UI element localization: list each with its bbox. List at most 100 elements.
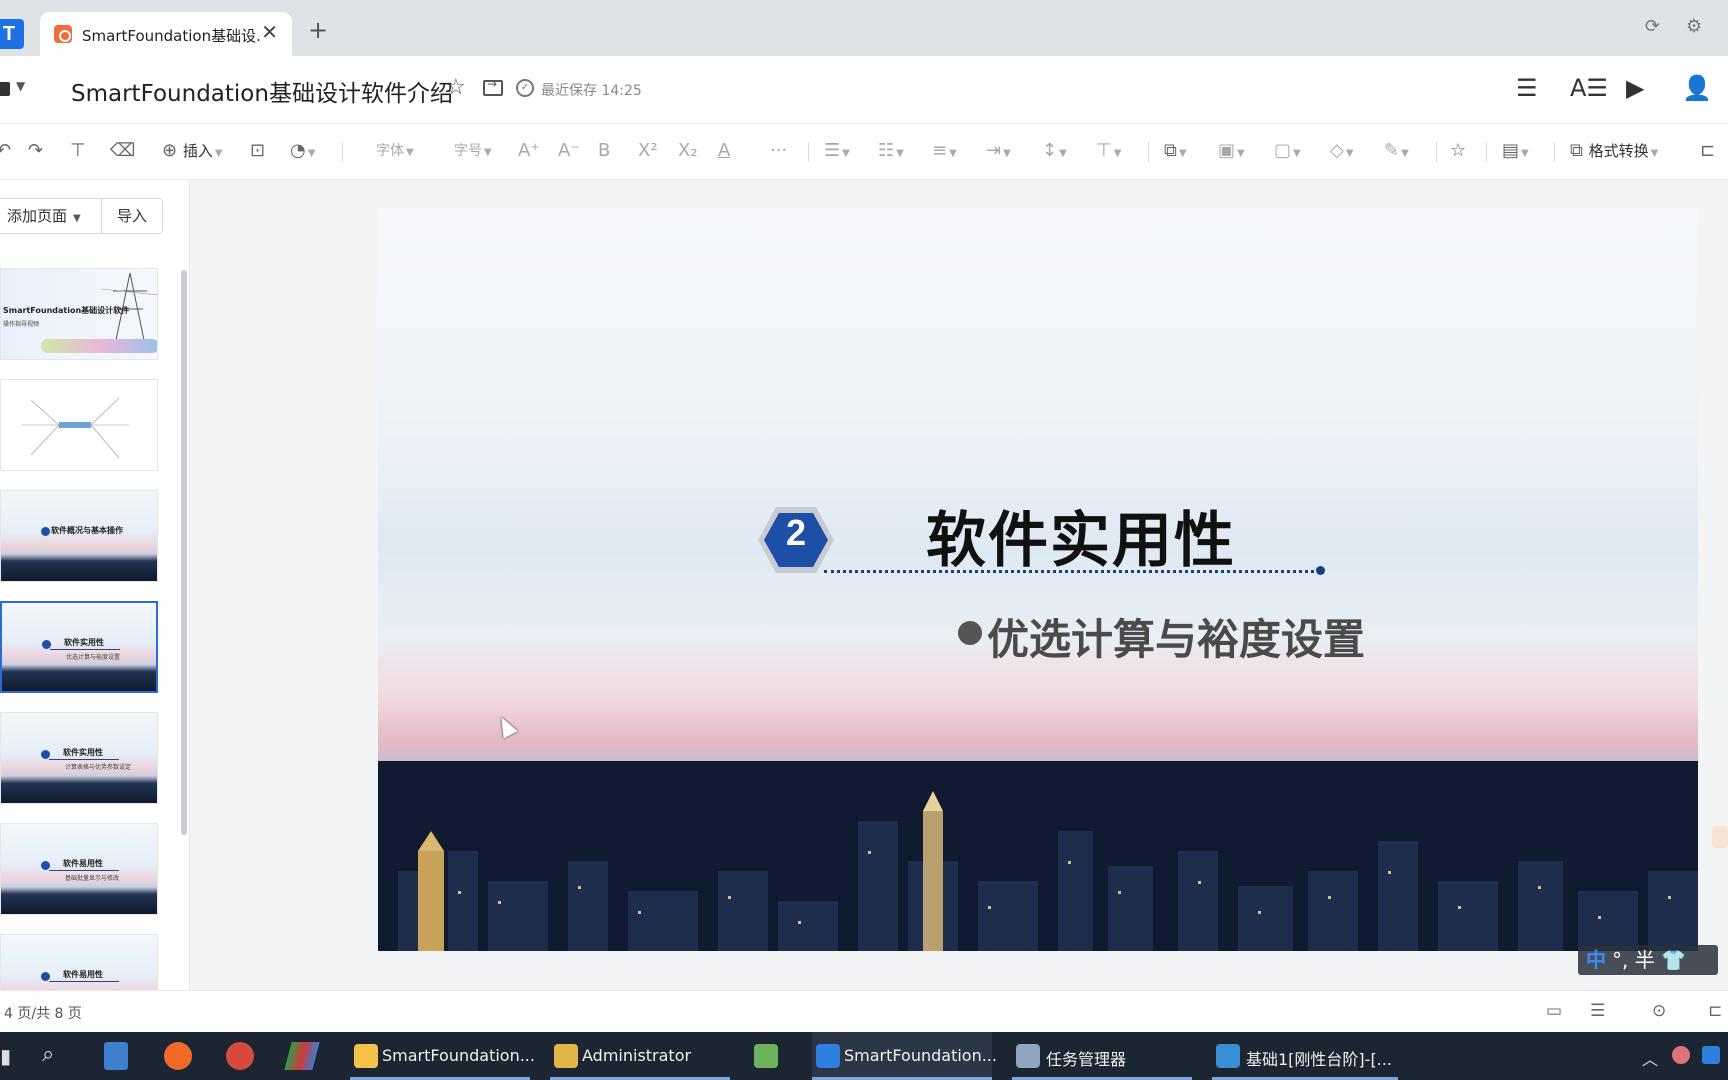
fill-color-icon[interactable]: ◇ ▼ bbox=[1330, 140, 1354, 165]
font-color-icon[interactable]: A bbox=[718, 140, 730, 162]
taskbar-item-task-manager[interactable]: 任务管理器 bbox=[1012, 1032, 1192, 1080]
thumbnail-subtitle: 计算表格与优势参数设定 bbox=[65, 764, 132, 771]
move-folder-icon[interactable] bbox=[483, 77, 503, 96]
crop-icon[interactable]: ▣ ▼ bbox=[1218, 140, 1245, 165]
line-color-icon[interactable]: ✎ ▼ bbox=[1384, 140, 1409, 165]
app-icon[interactable] bbox=[284, 1042, 320, 1070]
menu-icon[interactable]: ☰ bbox=[1516, 74, 1538, 102]
taskbar-item-label: 基础1[刚性台阶]-[... bbox=[1246, 1050, 1392, 1069]
slide-thumbnail-7[interactable]: 软件易用性 bbox=[0, 934, 158, 990]
slide-thumbnail-4[interactable]: 软件实用性 优选计算与裕度设置 bbox=[0, 601, 158, 693]
taskbar-item-label: 任务管理器 bbox=[1046, 1050, 1127, 1069]
slide-thumbnail-5[interactable]: 软件实用性 计算表格与优势参数设定 bbox=[0, 712, 158, 804]
format-convert-label: 格式转换 bbox=[1588, 142, 1649, 160]
plugin-icon[interactable]: ⊏ bbox=[1700, 140, 1715, 162]
outline-view-icon[interactable]: ☰ bbox=[1590, 1001, 1605, 1021]
shape-icon[interactable]: ◔ ▼ bbox=[290, 140, 315, 165]
saved-check-icon: ✓ bbox=[516, 79, 534, 97]
format-painter-icon[interactable]: ⊤ bbox=[70, 140, 86, 162]
taskbar-item-image-viewer[interactable] bbox=[750, 1032, 800, 1080]
settings-icon[interactable]: ⚙ bbox=[1686, 16, 1702, 37]
taskbar-item-smartfoundation-folder[interactable]: SmartFoundation... bbox=[350, 1032, 535, 1080]
home-icon[interactable] bbox=[0, 82, 10, 96]
tray-expand-icon[interactable]: ︿ bbox=[1642, 1046, 1658, 1070]
document-title-bar: ▼ SmartFoundation基础设计软件介绍 ☆ ✓ 最近保存 14:25… bbox=[0, 56, 1728, 124]
document-title[interactable]: SmartFoundation基础设计软件介绍 bbox=[71, 74, 453, 108]
slide-subtitle[interactable]: 优选计算与裕度设置 bbox=[987, 606, 1365, 667]
divider bbox=[342, 142, 343, 162]
formatting-toolbar: ↶ ↷ ⊤ ⌫ ⊕ 插入 ▼ ⊡ ◔ ▼ 字体 ▼ 字号 ▼ A⁺ A⁻ B X² X₂… bbox=[0, 124, 1728, 180]
ime-status-bar[interactable]: 中 °, 半 👕 bbox=[1578, 945, 1718, 975]
app-logo-icon[interactable]: T bbox=[0, 19, 24, 49]
bold-button[interactable]: B bbox=[598, 140, 610, 162]
tray-app-icon[interactable] bbox=[1672, 1046, 1690, 1064]
app-icon[interactable] bbox=[226, 1042, 254, 1070]
present-icon[interactable]: ▶ bbox=[1626, 74, 1644, 102]
bullet-list-icon[interactable]: ☰ ▼ bbox=[824, 140, 850, 165]
import-button[interactable]: 导入 bbox=[101, 198, 163, 234]
add-collaborator-icon[interactable]: 👤 bbox=[1682, 74, 1712, 102]
redo-icon[interactable]: ↷ bbox=[28, 140, 43, 162]
slide-thumbnail-2[interactable] bbox=[0, 379, 158, 471]
arrange-icon[interactable]: ⧉ ▼ bbox=[1164, 140, 1187, 165]
thumbnail-title: 软件实用性 bbox=[63, 748, 103, 757]
line-end-dot bbox=[1316, 566, 1325, 575]
slide-title[interactable]: 软件实用性 bbox=[926, 492, 1236, 579]
indent-icon[interactable]: ⇥ ▼ bbox=[986, 140, 1011, 165]
font-size-select[interactable]: 字号 ▼ bbox=[454, 140, 492, 164]
start-icon[interactable]: ▮ bbox=[0, 1044, 11, 1068]
slide-thumbnail-6[interactable]: 软件易用性 基础批量显示与修改 bbox=[0, 823, 158, 915]
undo-icon[interactable]: ↶ bbox=[0, 140, 11, 162]
slide-thumbnail-3[interactable]: 软件概况与基本操作 bbox=[0, 490, 158, 582]
calculator-icon[interactable] bbox=[104, 1042, 128, 1070]
superscript-icon[interactable]: X² bbox=[638, 140, 658, 162]
side-panel-icon[interactable] bbox=[1712, 826, 1728, 848]
decrease-font-icon[interactable]: A⁻ bbox=[558, 140, 580, 162]
firefox-icon[interactable] bbox=[164, 1042, 192, 1070]
play-icon[interactable]: ⊙ bbox=[1652, 1001, 1666, 1021]
slide-thumbnail-1[interactable]: SmartFoundation基础设计软件 操作指导视频 bbox=[0, 268, 158, 360]
thumbnail-title: 软件实用性 bbox=[64, 638, 104, 647]
search-icon[interactable]: ⌕ bbox=[42, 1042, 54, 1067]
thumbnail-badge bbox=[42, 640, 51, 649]
tray-app-icon[interactable] bbox=[1702, 1046, 1720, 1064]
ime-options[interactable]: °, 半 👕 bbox=[1612, 948, 1686, 972]
normal-view-icon[interactable]: ▭ bbox=[1546, 1001, 1562, 1021]
thumbnail-title: 软件易用性 bbox=[63, 859, 103, 868]
current-slide[interactable]: 2 软件实用性 优选计算与裕度设置 bbox=[378, 208, 1698, 951]
task-manager-icon bbox=[1016, 1044, 1040, 1068]
ime-language-indicator[interactable]: 中 bbox=[1586, 948, 1606, 972]
taskbar-item-smartfoundation-app[interactable]: SmartFoundation... bbox=[812, 1032, 997, 1080]
chevron-down-icon[interactable]: ▼ bbox=[16, 79, 25, 93]
thumbnail-scrollbar[interactable] bbox=[181, 270, 187, 835]
fit-window-icon[interactable]: ⊏ bbox=[1708, 1001, 1722, 1021]
new-tab-button[interactable]: + bbox=[308, 18, 328, 42]
line-spacing-icon[interactable]: ↕ ▼ bbox=[1042, 140, 1067, 165]
favorite-icon[interactable]: ☆ bbox=[1450, 140, 1466, 162]
text-style-icon[interactable]: A☰ bbox=[1570, 74, 1608, 102]
align-icon[interactable]: ≡ ▼ bbox=[932, 140, 957, 165]
refresh-icon[interactable]: ⟳ bbox=[1645, 16, 1660, 37]
tab-document[interactable]: SmartFoundation基础设... ✕ bbox=[40, 12, 292, 56]
font-family-select[interactable]: 字体 ▼ bbox=[376, 140, 414, 164]
vertical-align-icon[interactable]: ⊤ ▼ bbox=[1096, 140, 1121, 165]
border-icon[interactable]: ▢ ▼ bbox=[1274, 140, 1301, 165]
more-button[interactable]: ··· bbox=[770, 140, 787, 162]
image-icon[interactable]: ▤ ▼ bbox=[1502, 140, 1529, 165]
user-folder-icon bbox=[554, 1044, 578, 1068]
close-tab-icon[interactable]: ✕ bbox=[261, 22, 278, 42]
subscript-icon[interactable]: X₂ bbox=[678, 140, 698, 162]
taskbar-item-foundation-model[interactable]: 基础1[刚性台阶]-[... bbox=[1212, 1032, 1398, 1080]
eraser-icon[interactable]: ⌫ bbox=[110, 140, 135, 162]
browser-tab-bar: T SmartFoundation基础设... ✕ + ⟳ ⚙ bbox=[0, 0, 1728, 56]
increase-font-icon[interactable]: A⁺ bbox=[518, 140, 540, 162]
slide-canvas[interactable]: 2 软件实用性 优选计算与裕度设置 中 °, 半 👕 bbox=[190, 180, 1728, 990]
thumbnail-subtitle: 优选计算与裕度设置 bbox=[66, 654, 121, 661]
add-page-button[interactable]: 添加页面 ▼ bbox=[0, 198, 102, 234]
taskbar-item-administrator[interactable]: Administrator bbox=[550, 1032, 730, 1080]
numbered-list-icon[interactable]: ☷ ▼ bbox=[878, 140, 904, 165]
textbox-icon[interactable]: ⊡ bbox=[250, 140, 265, 162]
insert-button[interactable]: ⊕ 插入 ▼ bbox=[162, 140, 223, 165]
star-icon[interactable]: ☆ bbox=[446, 75, 466, 100]
format-convert-button[interactable]: ⧉ 格式转换 ▼ bbox=[1570, 140, 1658, 165]
